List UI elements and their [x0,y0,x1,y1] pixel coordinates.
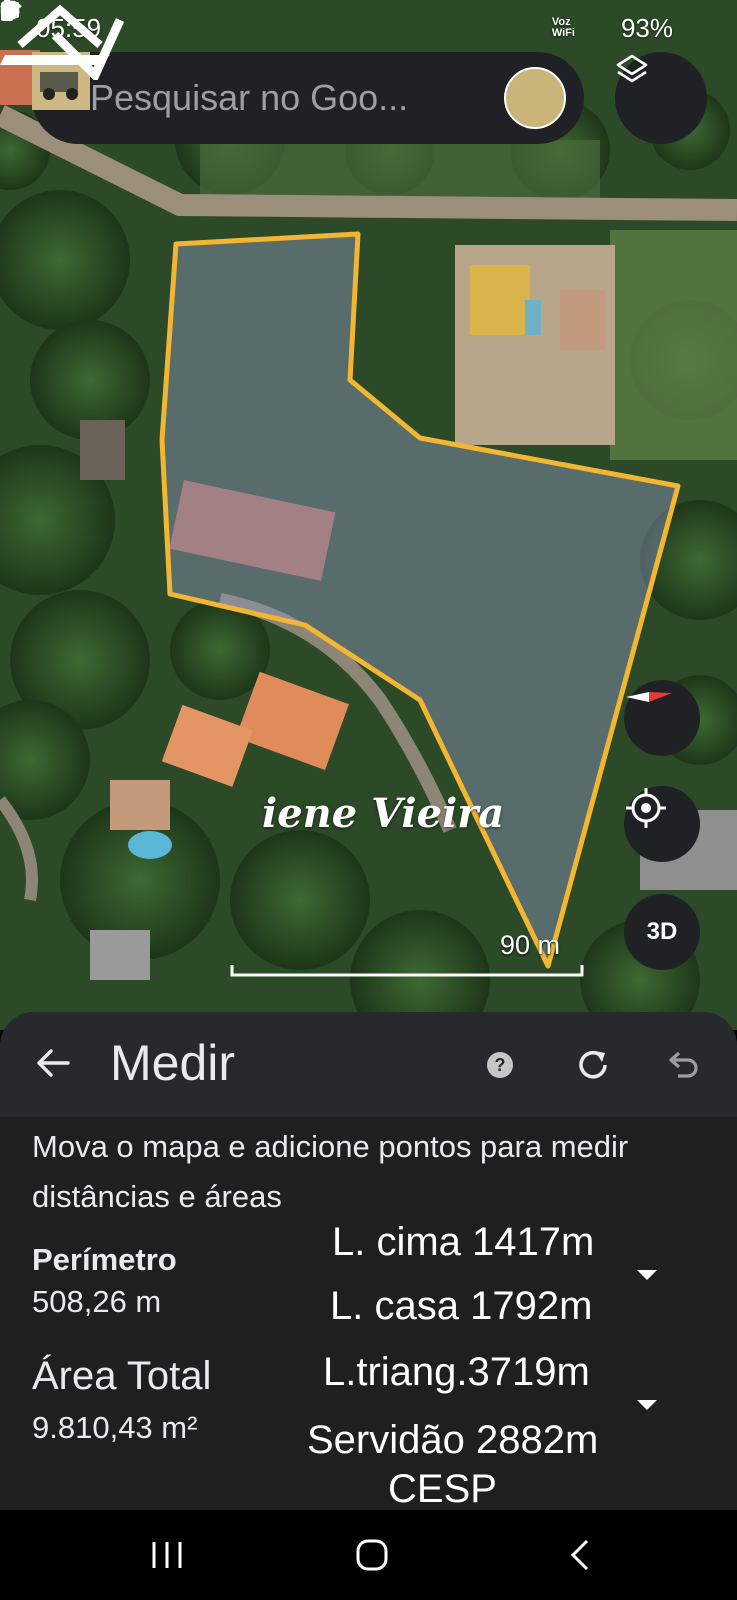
map-view[interactable]: 05:59 Voz WiFi 93% Pesquisar no Goo... 3… [0,0,737,1030]
recent-apps-icon[interactable] [150,1540,184,1575]
watermark-text: iene Vieira [262,790,505,837]
note-servidao: Servidão 2882m [307,1418,599,1462]
dropdown-caret-icon[interactable] [637,1400,657,1410]
home-icon[interactable] [355,1538,389,1577]
area-label: Área Total [32,1354,212,1398]
signal-icon [2,5,609,39]
my-location-button[interactable] [624,786,700,862]
perimeter-label: Perímetro [32,1242,177,1277]
battery-percent: 93% [620,12,673,43]
perimeter-value: 508,26 m [32,1284,162,1319]
help-icon[interactable]: ? [486,1051,514,1084]
back-icon[interactable] [568,1538,592,1577]
note-cesp: CESP [388,1467,497,1510]
area-value: 9.810,43 m² [32,1410,198,1445]
battery-icon [1,0,707,39]
three-d-button[interactable]: 3D [624,894,700,970]
note-lado-cima: L. cima 1417m [332,1220,595,1264]
system-navigation-bar [0,1510,737,1600]
panel-title: Medir [110,1035,236,1091]
back-arrow-icon[interactable] [36,1048,70,1083]
note-lado-casa: L. casa 1792m [330,1284,593,1328]
search-input[interactable]: Pesquisar no Goo... [90,77,504,119]
watermark-logo [0,4,125,80]
mute-icon [3,3,506,39]
undo-icon[interactable] [666,1048,700,1087]
satellite-imagery [0,0,737,1030]
wifi-icon [0,1,540,39]
svg-text:?: ? [495,1055,506,1075]
alarm-icon [1,2,472,39]
compass-button[interactable] [624,680,700,756]
note-lado-triangulo: L.triang.3719m [323,1350,590,1394]
scale-label: 90 m [500,930,561,960]
wifi-calling-label: Voz WiFi [551,16,575,39]
avatar[interactable] [32,52,566,129]
panel-header: Medir ? [0,1012,737,1117]
measure-hint: Mova o mapa e adicione pontos para medir… [32,1129,629,1214]
measure-panel: Medir ? Mova o mapa e adicione pontos pa… [0,1012,737,1510]
layers-button[interactable] [615,52,707,144]
refresh-icon[interactable] [576,1048,610,1087]
dropdown-caret-icon[interactable] [637,1270,657,1280]
